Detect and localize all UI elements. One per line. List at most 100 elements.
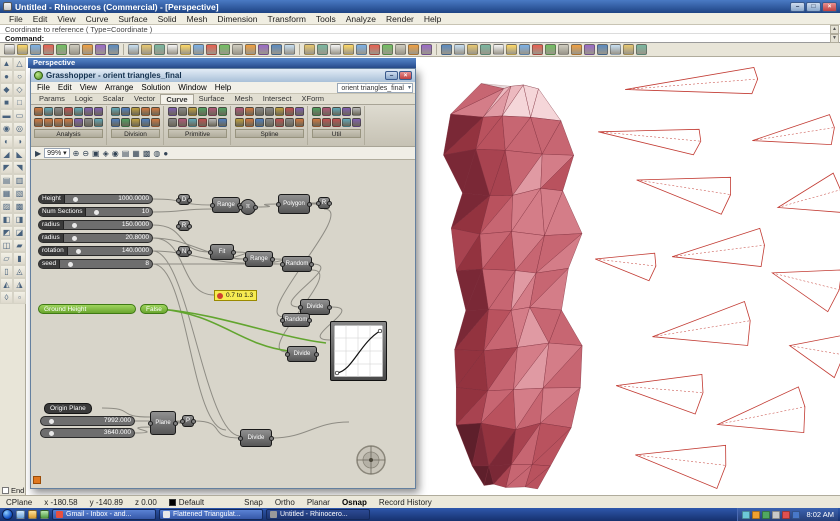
pan-icon[interactable]: ◈ [103, 149, 109, 158]
cylinder-icon[interactable]: ▤ [0, 174, 13, 187]
component-n[interactable]: N [178, 246, 190, 257]
palette-icon[interactable] [198, 107, 207, 116]
polygon-icon[interactable] [597, 44, 608, 55]
menu-solid[interactable]: Solid [153, 14, 182, 24]
palette-icon[interactable] [285, 107, 294, 116]
rotate-view-icon[interactable] [167, 44, 178, 55]
dimension-icon[interactable] [493, 44, 504, 55]
render-icon[interactable] [382, 44, 393, 55]
shaded-preview-icon[interactable]: ▩ [143, 149, 151, 158]
zoom-extents-icon[interactable]: ▣ [92, 149, 100, 158]
viewport-title[interactable]: Perspective [28, 58, 416, 68]
menu-dimension[interactable]: Dimension [212, 14, 262, 24]
component-r[interactable]: R [178, 220, 190, 231]
palette-icon[interactable] [208, 118, 217, 127]
component-divide[interactable]: Divide [240, 429, 272, 447]
chamfer-icon[interactable]: ◩ [0, 226, 13, 239]
gh-menu-solution[interactable]: Solution [137, 83, 174, 92]
gh-menu-arrange[interactable]: Arrange [101, 83, 137, 92]
palette-icon[interactable] [54, 118, 63, 127]
tab-xform[interactable]: XForm [297, 94, 330, 104]
tray-icon[interactable] [792, 511, 800, 519]
component-plane[interactable]: Plane [150, 411, 176, 435]
palette-icon[interactable] [74, 118, 83, 127]
mesh-icon[interactable] [480, 44, 491, 55]
palette-icon[interactable] [111, 118, 120, 127]
toggle-ortho[interactable]: Ortho [275, 498, 295, 507]
zoom-level[interactable]: 99% ▾ [44, 148, 69, 158]
palette-icon[interactable] [275, 118, 284, 127]
component-polygon[interactable]: Polygon [278, 194, 310, 214]
curve-icon[interactable] [441, 44, 452, 55]
origin-y-slider[interactable]: 3640.000 [40, 428, 135, 438]
palette-icon[interactable] [131, 107, 140, 116]
copy-icon[interactable] [69, 44, 80, 55]
gh-menu-view[interactable]: View [76, 83, 101, 92]
zoom-icon[interactable]: ▫ [13, 291, 26, 304]
taskbar-button[interactable]: Flattened Triangulat... [159, 509, 263, 520]
palette-icon[interactable] [332, 118, 341, 127]
menu-analyze[interactable]: Analyze [341, 14, 381, 24]
offset-icon[interactable]: ◪ [13, 226, 26, 239]
palette-icon[interactable] [198, 118, 207, 127]
palette-icon[interactable] [188, 118, 197, 127]
component-random[interactable]: Random [282, 313, 310, 327]
paste-icon[interactable] [82, 44, 93, 55]
tab-params[interactable]: Params [34, 94, 70, 104]
scroll-up-icon[interactable]: ▲ [830, 25, 839, 34]
polygon-icon[interactable]: ■ [0, 96, 13, 109]
clock[interactable]: 8:02 AM [806, 510, 834, 519]
palette-icon[interactable] [74, 107, 83, 116]
menu-tools[interactable]: Tools [311, 14, 341, 24]
tab-surface[interactable]: Surface [194, 94, 230, 104]
slider-knob[interactable] [94, 210, 99, 215]
freeform-icon[interactable]: ◉ [0, 122, 13, 135]
palette-icon[interactable] [84, 118, 93, 127]
extrude-icon[interactable]: ◐ [0, 135, 13, 148]
group-icon[interactable]: ◍ [153, 149, 160, 158]
pan-icon[interactable] [128, 44, 139, 55]
close-button[interactable]: × [822, 2, 837, 12]
gh-menu-file[interactable]: File [33, 83, 54, 92]
quick-launch-icon[interactable] [40, 510, 49, 519]
palette-icon[interactable] [285, 118, 294, 127]
palette-icon[interactable] [218, 107, 227, 116]
arc-icon[interactable]: □ [13, 96, 26, 109]
end-osnap-checkbox[interactable] [2, 487, 9, 494]
palette-icon[interactable] [121, 118, 130, 127]
undo-icon[interactable] [95, 44, 106, 55]
grasshopper-titlebar[interactable]: Grasshopper - orient triangles_final – × [31, 69, 415, 82]
move-icon[interactable] [180, 44, 191, 55]
grid-snap-icon[interactable] [343, 44, 354, 55]
toggle-value[interactable]: False [140, 304, 168, 314]
polyline-icon[interactable] [545, 44, 556, 55]
tray-icon[interactable] [782, 511, 790, 519]
palette-icon[interactable] [332, 107, 341, 116]
tab-mesh[interactable]: Mesh [229, 94, 257, 104]
palette-icon[interactable] [265, 118, 274, 127]
menu-render[interactable]: Render [381, 14, 419, 24]
box-icon[interactable]: ◤ [0, 161, 13, 174]
preview-eye-icon[interactable]: ◉ [112, 149, 119, 158]
start-button[interactable] [2, 509, 13, 520]
tab-logic[interactable]: Logic [70, 94, 98, 104]
palette-icon[interactable] [178, 118, 187, 127]
hide-icon[interactable]: ◮ [13, 278, 26, 291]
component-range[interactable]: Range [212, 197, 240, 213]
palette-group-label[interactable]: Division [111, 129, 160, 138]
origin-x-slider[interactable]: 7992.000 [40, 416, 135, 426]
point-icon[interactable] [519, 44, 530, 55]
palette-icon[interactable] [168, 118, 177, 127]
layer-icon[interactable] [304, 44, 315, 55]
gh-menu-edit[interactable]: Edit [54, 83, 76, 92]
tray-icon[interactable] [742, 511, 750, 519]
rotate-icon[interactable]: ▱ [0, 252, 13, 265]
palette-icon[interactable] [94, 118, 103, 127]
scale-icon[interactable] [219, 44, 230, 55]
ellipse-icon[interactable]: ▭ [13, 109, 26, 122]
loft-icon[interactable]: ◣ [13, 148, 26, 161]
circle-icon[interactable] [558, 44, 569, 55]
palette-icon[interactable] [141, 107, 150, 116]
tab-vector[interactable]: Vector [129, 94, 160, 104]
palette-icon[interactable] [188, 107, 197, 116]
